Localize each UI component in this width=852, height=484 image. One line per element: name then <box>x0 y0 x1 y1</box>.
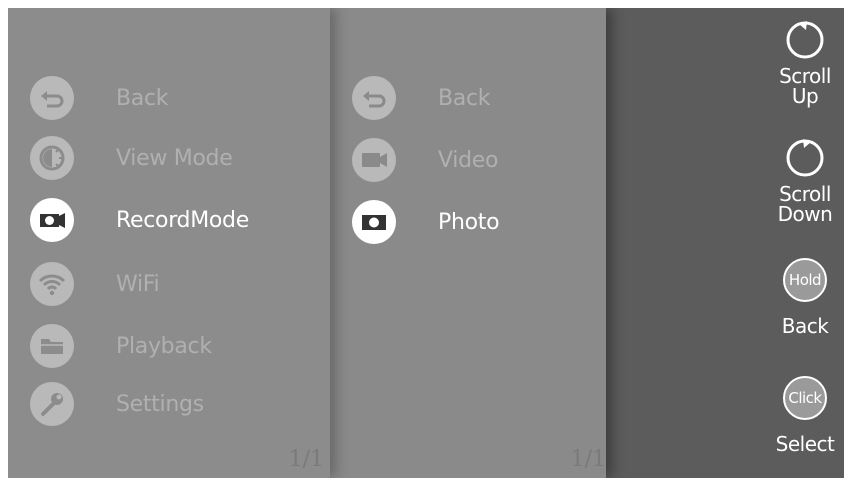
back-arrow-icon <box>352 76 396 120</box>
scroll-up-label-line1: Scroll <box>779 64 831 88</box>
menu-item-label: View Mode <box>116 145 233 171</box>
menu-item-back[interactable]: Back <box>30 72 169 124</box>
wrench-icon <box>30 382 74 426</box>
back-arrow-icon <box>30 76 74 120</box>
rotate-clockwise-icon <box>783 136 827 184</box>
back-hint-label: Back <box>781 314 829 338</box>
select-hint-label: Select <box>775 432 835 456</box>
menu-item-label: Settings <box>116 391 204 417</box>
scroll-up-hint[interactable]: Scroll Up <box>770 18 840 106</box>
menu-item-label: WiFi <box>116 271 160 297</box>
menu-item-view-mode[interactable]: View Mode <box>30 132 233 184</box>
scroll-down-label-line2: Down <box>777 202 833 226</box>
main-menu-panel: Back View Mode RecordMode WiFi Playback <box>8 8 330 478</box>
menu-item-label: Back <box>116 85 169 111</box>
menu-item-wifi[interactable]: WiFi <box>30 258 160 310</box>
scroll-down-hint[interactable]: Scroll Down <box>770 136 840 224</box>
control-hints-panel: Scroll Up Scroll Down Hold Back Click Se… <box>606 8 844 478</box>
menu-item-record-mode[interactable]: RecordMode <box>30 194 249 246</box>
submenu-item-label: Photo <box>438 209 500 235</box>
photo-camera-icon <box>352 200 396 244</box>
submenu-item-video[interactable]: Video <box>352 134 498 186</box>
video-camera-icon <box>352 138 396 182</box>
scroll-down-label-line1: Scroll <box>779 182 831 206</box>
menu-item-label: Playback <box>116 333 212 359</box>
camera-record-icon <box>30 198 74 242</box>
menu-item-settings[interactable]: Settings <box>30 378 204 430</box>
click-badge: Click <box>783 376 827 420</box>
record-mode-submenu-panel: Back Video Photo 1/1 <box>330 8 606 478</box>
wifi-icon <box>30 262 74 306</box>
submenu-item-back[interactable]: Back <box>352 72 491 124</box>
page-indicator: 1/1 <box>570 447 606 472</box>
hold-badge: Hold <box>783 258 827 302</box>
camera-menu-screen: Back View Mode RecordMode WiFi Playback <box>8 8 844 478</box>
view-mode-icon <box>30 136 74 180</box>
menu-item-playback[interactable]: Playback <box>30 320 212 372</box>
menu-item-label: RecordMode <box>116 207 249 233</box>
page-indicator: 1/1 <box>288 447 324 472</box>
submenu-item-label: Video <box>438 147 499 173</box>
select-hint[interactable]: Click Select <box>770 376 840 454</box>
submenu-item-photo[interactable]: Photo <box>352 196 500 248</box>
submenu-item-label: Back <box>438 85 491 111</box>
back-hint[interactable]: Hold Back <box>770 258 840 336</box>
scroll-up-label-line2: Up <box>791 84 819 108</box>
rotate-counterclockwise-icon <box>783 18 827 66</box>
folder-icon <box>30 324 74 368</box>
